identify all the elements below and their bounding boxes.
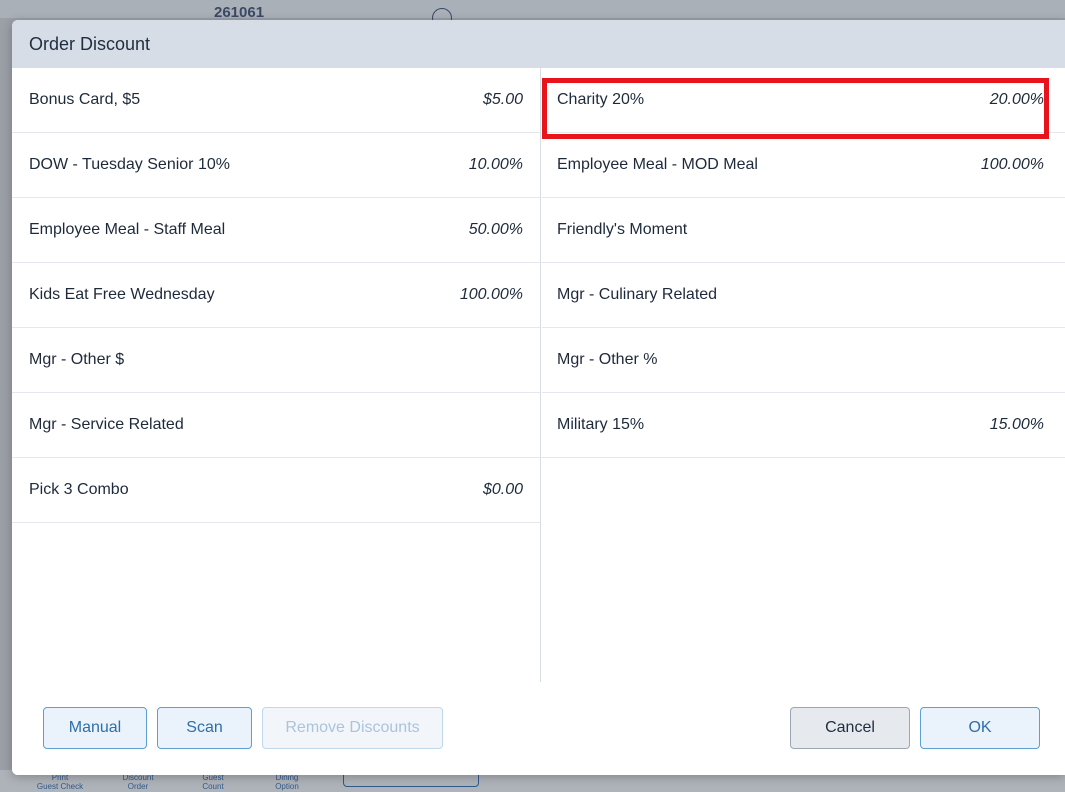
discount-value: 20.00%	[989, 91, 1044, 108]
discount-name: Bonus Card, $5	[29, 91, 141, 108]
discount-value: 10.00%	[468, 156, 523, 173]
discount-item-military[interactable]: Military 15% 15.00%	[542, 393, 1065, 458]
discount-item-charity[interactable]: Charity 20% 20.00%	[542, 68, 1065, 133]
discount-item-mgr-other-dollar[interactable]: Mgr - Other $	[12, 328, 540, 393]
discount-name: Pick 3 Combo	[29, 481, 129, 498]
discount-item-dow-tuesday-senior[interactable]: DOW - Tuesday Senior 10% 10.00%	[12, 133, 540, 198]
discount-lists: Bonus Card, $5 $5.00 DOW - Tuesday Senio…	[12, 68, 1065, 682]
scan-button[interactable]: Scan	[157, 707, 252, 749]
discount-name: Charity 20%	[557, 91, 645, 108]
remove-discounts-button[interactable]: Remove Discounts	[262, 707, 443, 749]
manual-button[interactable]: Manual	[43, 707, 147, 749]
discount-value: 100.00%	[459, 286, 523, 303]
discount-name: Mgr - Service Related	[29, 416, 184, 433]
discount-item-pick-3-combo[interactable]: Pick 3 Combo $0.00	[12, 458, 540, 523]
discount-order-button[interactable]: Discount Order	[103, 773, 173, 791]
discount-name: Kids Eat Free Wednesday	[29, 286, 215, 303]
guest-count-button[interactable]: Guest Count	[178, 773, 248, 791]
background-header	[0, 0, 1065, 18]
discount-item-mgr-service-related[interactable]: Mgr - Service Related	[12, 393, 540, 458]
order-discount-dialog: Order Discount Bonus Card, $5 $5.00 DOW …	[12, 20, 1065, 775]
order-number: 261061	[214, 4, 265, 21]
discount-item-friendlys-moment[interactable]: Friendly's Moment	[542, 198, 1065, 263]
discount-value: $0.00	[482, 481, 523, 498]
discount-item-bonus-card[interactable]: Bonus Card, $5 $5.00	[12, 68, 540, 133]
discount-item-kids-eat-free[interactable]: Kids Eat Free Wednesday 100.00%	[12, 263, 540, 328]
discount-item-mgr-culinary-related[interactable]: Mgr - Culinary Related	[542, 263, 1065, 328]
cancel-button[interactable]: Cancel	[790, 707, 910, 749]
discount-list-left: Bonus Card, $5 $5.00 DOW - Tuesday Senio…	[12, 68, 541, 682]
discount-value: $5.00	[482, 91, 523, 108]
discount-item-mgr-other-percent[interactable]: Mgr - Other %	[542, 328, 1065, 393]
discount-name: Mgr - Culinary Related	[557, 286, 718, 303]
ok-button[interactable]: OK	[920, 707, 1040, 749]
discount-name: Mgr - Other $	[29, 351, 125, 368]
dialog-title: Order Discount	[29, 33, 151, 54]
discount-name: Employee Meal - Staff Meal	[29, 221, 226, 238]
discount-item-employee-mod-meal[interactable]: Employee Meal - MOD Meal 100.00%	[542, 133, 1065, 198]
dialog-footer: Manual Scan Remove Discounts Cancel OK	[12, 682, 1065, 775]
discount-value: 15.00%	[989, 416, 1044, 433]
discount-name: Military 15%	[557, 416, 645, 433]
print-guest-check-button[interactable]: Print Guest Check	[25, 773, 95, 791]
discount-value: 100.00%	[980, 156, 1044, 173]
discount-list-right: Charity 20% 20.00% Employee Meal - MOD M…	[542, 68, 1065, 682]
discount-name: DOW - Tuesday Senior 10%	[29, 156, 230, 173]
discount-name: Employee Meal - MOD Meal	[557, 156, 758, 173]
discount-value: 50.00%	[468, 221, 523, 238]
dialog-header: Order Discount	[12, 20, 1065, 68]
dining-option-button[interactable]: Dining Option	[252, 773, 322, 791]
discount-name: Mgr - Other %	[557, 351, 658, 368]
discount-name: Friendly's Moment	[557, 221, 688, 238]
discount-item-employee-staff-meal[interactable]: Employee Meal - Staff Meal 50.00%	[12, 198, 540, 263]
